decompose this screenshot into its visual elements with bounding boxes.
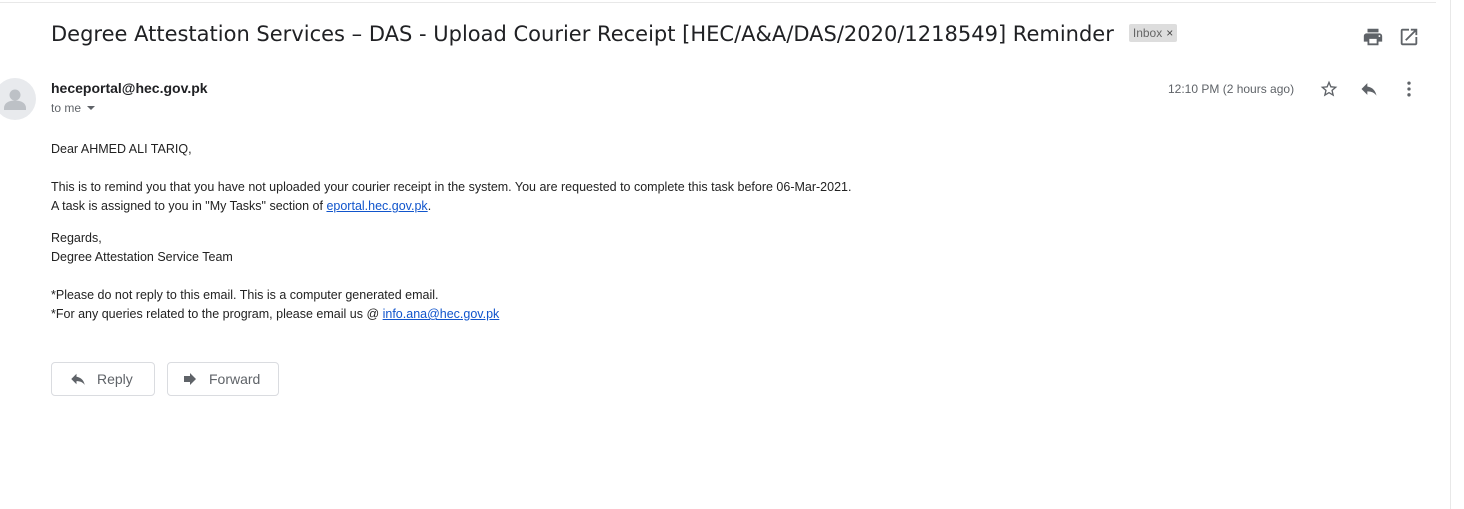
open-in-new-window-icon[interactable]: [1398, 26, 1420, 48]
info-email-link[interactable]: info.ana@hec.gov.pk: [383, 307, 500, 321]
right-divider: [1450, 0, 1451, 509]
note-no-reply: *Please do not reply to this email. This…: [51, 288, 439, 302]
body-line-1: This is to remind you that you have not …: [51, 180, 852, 194]
greeting: Dear AHMED ALI TARIQ,: [51, 142, 192, 156]
body-line-2: A task is assigned to you in "My Tasks" …: [51, 197, 431, 216]
inbox-label[interactable]: Inbox ×: [1128, 24, 1178, 42]
email-timestamp: 12:10 PM (2 hours ago): [1168, 82, 1295, 96]
sender-avatar: [0, 78, 36, 120]
star-icon[interactable]: [1319, 79, 1339, 99]
body-line-2-text: A task is assigned to you in "My Tasks" …: [51, 199, 327, 213]
chevron-down-icon: [87, 106, 96, 110]
inbox-label-text: Inbox: [1132, 26, 1163, 40]
more-vertical-icon[interactable]: [1399, 79, 1419, 99]
recipients-text: to me: [51, 101, 82, 115]
regards: Regards,: [51, 231, 102, 245]
sender-address[interactable]: heceportal@hec.gov.pk: [51, 80, 208, 96]
email-subject: Degree Attestation Services – DAS - Uplo…: [51, 22, 1178, 47]
print-icon[interactable]: [1362, 26, 1384, 48]
top-divider: [0, 2, 1436, 3]
reply-arrow-icon: [71, 373, 85, 385]
note-queries-text: *For any queries related to the program,…: [51, 307, 383, 321]
reply-button-label: Reply: [97, 371, 133, 387]
reply-icon[interactable]: [1359, 79, 1379, 99]
recipients-toggle[interactable]: to me: [51, 101, 96, 115]
note-queries: *For any queries related to the program,…: [51, 305, 499, 324]
forward-button[interactable]: Forward: [167, 362, 279, 396]
forward-button-label: Forward: [209, 371, 261, 387]
signature-team: Degree Attestation Service Team: [51, 250, 233, 264]
reply-button[interactable]: Reply: [51, 362, 155, 396]
subject-text: Degree Attestation Services – DAS - Uplo…: [51, 22, 1114, 46]
person-icon: [4, 89, 26, 110]
eportal-link[interactable]: eportal.hec.gov.pk: [326, 199, 427, 213]
remove-label-icon[interactable]: ×: [1166, 26, 1173, 40]
forward-arrow-icon: [184, 373, 196, 385]
body-line-2-suffix: .: [427, 199, 432, 213]
